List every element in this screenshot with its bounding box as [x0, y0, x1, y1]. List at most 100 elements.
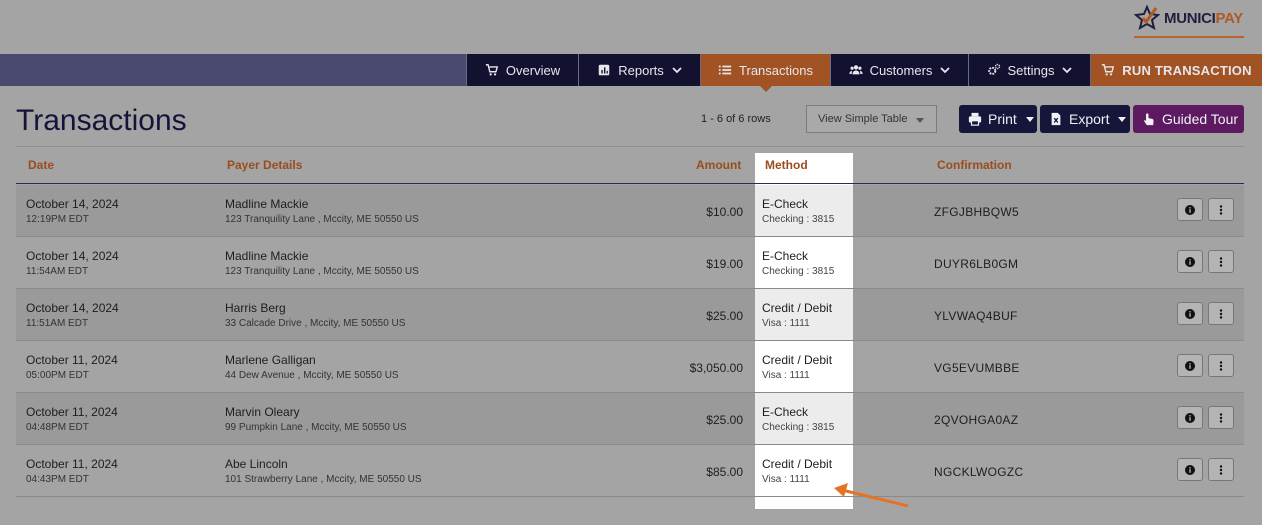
nav-transactions[interactable]: Transactions — [700, 54, 830, 86]
row-info-button[interactable] — [1177, 302, 1203, 325]
nav-reports[interactable]: Reports — [578, 54, 700, 86]
column-header-payer[interactable]: Payer Details — [227, 158, 302, 172]
row-info-button[interactable] — [1177, 458, 1203, 481]
row-confirmation: DUYR6LB0GM — [934, 257, 1019, 271]
info-icon — [1185, 204, 1195, 215]
export-button[interactable]: Export — [1040, 105, 1130, 133]
column-header-method[interactable]: Method — [765, 158, 808, 172]
ellipsis-vertical-icon — [1219, 464, 1223, 475]
cart-icon — [485, 64, 499, 76]
row-method: Credit / Debit — [762, 457, 833, 471]
info-icon — [1185, 256, 1195, 267]
ellipsis-vertical-icon — [1219, 360, 1223, 371]
row-payer-name: Abe Lincoln — [225, 457, 288, 471]
guided-tour-button[interactable]: Guided Tour — [1133, 105, 1244, 133]
table-row[interactable]: E-Check Checking : 3815 October 14, 2024 11… — [16, 237, 1244, 289]
row-confirmation: 2QVOHGA0AZ — [934, 413, 1019, 427]
run-transaction-button[interactable]: RUN TRANSACTION — [1090, 54, 1262, 86]
row-info-button[interactable] — [1177, 354, 1203, 377]
row-amount: $85.00 — [706, 465, 743, 479]
row-method-detail: Checking : 3815 — [762, 266, 835, 277]
row-payer-name: Madline Mackie — [225, 197, 309, 211]
row-payer-address: 44 Dew Avenue , Mccity, ME 50550 US — [225, 370, 399, 381]
nav-overview-label: Overview — [505, 62, 561, 78]
nav-reports-label: Reports — [618, 62, 664, 78]
row-confirmation: VG5EVUMBBE — [934, 361, 1020, 375]
ellipsis-vertical-icon — [1219, 308, 1223, 319]
chevron-down-icon — [672, 67, 682, 74]
table-top-divider — [16, 146, 1244, 147]
caret-down-icon — [916, 118, 924, 123]
column-header-date[interactable]: Date — [28, 158, 54, 172]
table-row[interactable]: Credit / Debit Visa : 1111 October 11, 202… — [16, 445, 1244, 497]
row-more-button[interactable] — [1208, 406, 1234, 429]
nav-settings[interactable]: Settings — [968, 54, 1090, 86]
info-icon — [1185, 464, 1195, 475]
nav-customers-label: Customers — [869, 62, 933, 78]
nav-settings-label: Settings — [1007, 62, 1055, 78]
row-more-button[interactable] — [1208, 198, 1234, 221]
row-method-cell: E-Check Checking : 3815 — [755, 237, 853, 288]
row-date: October 11, 2024 — [26, 405, 118, 419]
nav-overview[interactable]: Overview — [466, 54, 578, 86]
annotation-arrow — [834, 483, 909, 508]
row-amount: $25.00 — [706, 413, 743, 427]
column-header-amount[interactable]: Amount — [696, 158, 741, 172]
print-label: Print — [988, 111, 1017, 127]
row-method-cell: E-Check Checking : 3815 — [755, 185, 853, 236]
row-method: E-Check — [762, 405, 809, 419]
row-more-button[interactable] — [1208, 458, 1234, 481]
row-payer-name: Harris Berg — [225, 301, 286, 315]
row-time: 12:19PM EDT — [26, 214, 89, 225]
row-more-button[interactable] — [1208, 354, 1234, 377]
nav-customers[interactable]: Customers — [830, 54, 968, 86]
star-check-icon — [1134, 5, 1160, 31]
brand-logo[interactable]: MUNICIPAY — [1134, 0, 1244, 38]
row-confirmation: YLVWAQ4BUF — [934, 309, 1018, 323]
row-method-detail: Visa : 1111 — [762, 318, 810, 329]
row-info-button[interactable] — [1177, 198, 1203, 221]
row-payer-address: 33 Calcade Drive , Mccity, ME 50550 US — [225, 318, 406, 329]
row-method-detail: Visa : 1111 — [762, 370, 810, 381]
column-header-confirmation[interactable]: Confirmation — [937, 158, 1012, 172]
print-button[interactable]: Print — [959, 105, 1037, 133]
row-date: October 14, 2024 — [26, 197, 119, 211]
info-icon — [1185, 308, 1195, 319]
row-date: October 11, 2024 — [26, 353, 118, 367]
view-simple-table-select[interactable]: View Simple Table — [806, 105, 937, 133]
row-payer-address: 123 Tranquility Lane , Mccity, ME 50550 … — [225, 214, 419, 225]
row-info-button[interactable] — [1177, 250, 1203, 273]
list-icon — [718, 65, 732, 75]
row-time: 11:54AM EDT — [26, 266, 89, 277]
row-more-button[interactable] — [1208, 250, 1234, 273]
view-simple-table-label: View Simple Table — [818, 113, 908, 125]
row-confirmation: ZFGJBHBQW5 — [934, 205, 1020, 219]
caret-down-icon — [1118, 116, 1127, 122]
row-payer-address: 101 Strawberry Lane , Mccity, ME 50550 U… — [225, 474, 422, 485]
nav-transactions-label: Transactions — [739, 62, 813, 78]
table-header-divider — [16, 183, 1244, 184]
hand-pointer-icon — [1144, 113, 1154, 126]
row-info-button[interactable] — [1177, 406, 1203, 429]
export-label: Export — [1069, 111, 1110, 127]
row-method-cell: E-Check Checking : 3815 — [755, 393, 853, 444]
row-amount: $3,050.00 — [689, 361, 743, 375]
chevron-down-icon — [1062, 67, 1073, 74]
ellipsis-vertical-icon — [1219, 204, 1223, 215]
row-method: E-Check — [762, 249, 809, 263]
caret-down-icon — [1025, 116, 1034, 122]
table-row[interactable]: E-Check Checking : 3815 October 11, 2024 04… — [16, 393, 1244, 445]
info-icon — [1185, 412, 1195, 423]
row-payer-name: Madline Mackie — [225, 249, 309, 263]
table-row[interactable]: Credit / Debit Visa : 1111 October 11, 202… — [16, 341, 1244, 393]
table-row[interactable]: Credit / Debit Visa : 1111 October 14, 202… — [16, 289, 1244, 341]
gears-icon — [987, 63, 1000, 75]
table-row[interactable]: E-Check Checking : 3815 October 14, 2024 12… — [16, 185, 1244, 237]
row-amount: $25.00 — [706, 309, 743, 323]
guided-tour-label: Guided Tour — [1162, 111, 1239, 127]
row-amount: $19.00 — [706, 257, 743, 271]
row-more-button[interactable] — [1208, 302, 1234, 325]
reports-icon — [598, 64, 610, 76]
row-date: October 14, 2024 — [26, 249, 119, 263]
print-icon — [968, 112, 982, 126]
